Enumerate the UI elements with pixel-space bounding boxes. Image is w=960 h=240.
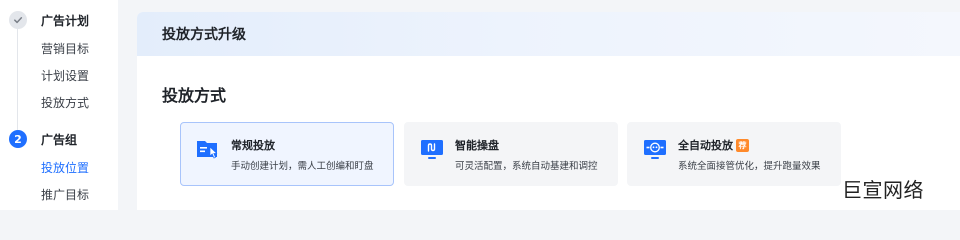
step-connector-line bbox=[17, 28, 18, 130]
sidebar-item-promotion-target[interactable]: 推广目标 bbox=[41, 186, 89, 203]
step-1-title[interactable]: 广告计划 bbox=[41, 12, 89, 29]
option-title: 全自动投放 bbox=[678, 139, 733, 152]
delivery-option-smart[interactable]: 智能操盘 可灵活配置，系统自动基建和调控 bbox=[404, 122, 618, 186]
step-1-completed-marker bbox=[9, 11, 27, 29]
option-title: 智能操盘 bbox=[455, 139, 499, 152]
option-description: 系统全面接管优化，提升跑量效果 bbox=[678, 161, 821, 172]
option-description: 手动创建计划，需人工创编和盯盘 bbox=[231, 161, 374, 172]
main-panel: 投放方式升级 投放方式 常规投放 手动创建计划，需人工创编和盯盘 智能操盘 可灵… bbox=[137, 12, 960, 210]
sidebar-item-marketing-goal[interactable]: 营销目标 bbox=[41, 40, 89, 57]
sidebar-item-plan-settings[interactable]: 计划设置 bbox=[41, 67, 89, 84]
step-2-marker: 2 bbox=[9, 130, 27, 148]
monitor-robot-icon bbox=[644, 140, 666, 159]
recommend-badge: 荐 bbox=[736, 138, 749, 152]
folder-cursor-icon bbox=[197, 141, 218, 159]
watermark-text: 巨宣网络 bbox=[842, 178, 924, 202]
option-title: 常规投放 bbox=[231, 139, 275, 152]
delivery-option-regular[interactable]: 常规投放 手动创建计划，需人工创编和盯盘 bbox=[180, 122, 394, 186]
sidebar: 广告计划 营销目标 计划设置 投放方式 2 广告组 投放位置 推广目标 bbox=[0, 0, 118, 210]
delivery-option-auto[interactable]: 全自动投放 荐 系统全面接管优化，提升跑量效果 bbox=[627, 122, 841, 186]
step-2-title[interactable]: 广告组 bbox=[41, 131, 77, 148]
option-description: 可灵活配置，系统自动基建和调控 bbox=[455, 161, 598, 172]
section-title: 投放方式 bbox=[162, 86, 227, 105]
panel-header-title: 投放方式升级 bbox=[162, 27, 246, 43]
option-title-wrapper: 全自动投放 荐 bbox=[678, 137, 749, 153]
sidebar-item-placement[interactable]: 投放位置 bbox=[41, 159, 89, 176]
panel-header: 投放方式升级 bbox=[137, 12, 960, 56]
check-icon bbox=[14, 17, 23, 24]
sidebar-item-delivery-method[interactable]: 投放方式 bbox=[41, 94, 89, 111]
monitor-wave-icon bbox=[421, 140, 443, 159]
